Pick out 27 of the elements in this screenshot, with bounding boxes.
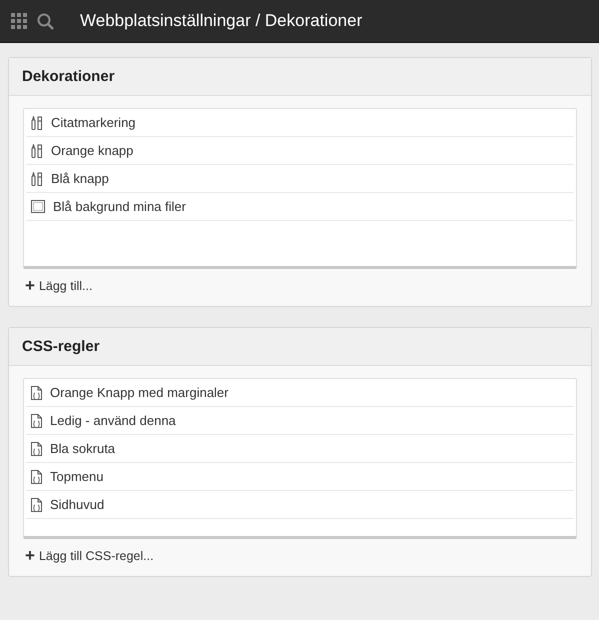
brush-icon (31, 116, 43, 130)
code-file-icon (31, 470, 42, 484)
code-file-icon (31, 498, 42, 512)
list-item[interactable]: Bla sokruta (26, 435, 574, 463)
apps-grid-icon[interactable] (11, 13, 27, 29)
panel-title: CSS-regler (9, 328, 591, 366)
add-link[interactable]: + Lägg till CSS-regel... (25, 547, 154, 564)
code-file-icon (31, 442, 42, 456)
search-icon[interactable] (37, 12, 54, 30)
list-item[interactable]: Blå knapp (26, 165, 574, 193)
list-item[interactable]: Ledig - använd denna (26, 407, 574, 435)
list-item[interactable]: Topmenu (26, 463, 574, 491)
frame-icon (31, 200, 45, 213)
brush-icon (31, 144, 43, 158)
code-file-icon (31, 386, 42, 400)
list-item[interactable]: Sidhuvud (26, 491, 574, 519)
list-item[interactable]: Orange knapp (26, 137, 574, 165)
brush-icon (31, 172, 43, 186)
add-link[interactable]: + Lägg till... (25, 277, 92, 294)
plus-icon: + (25, 277, 35, 294)
code-file-icon (31, 414, 42, 428)
plus-icon: + (25, 547, 35, 564)
panel-title: Dekorationer (9, 58, 591, 96)
list-item[interactable]: Orange Knapp med marginaler (26, 379, 574, 407)
list-item[interactable]: Blå bakgrund mina filer (26, 193, 574, 221)
page-title: Webbplatsinställningar / Dekorationer (80, 11, 362, 31)
list-item[interactable]: Citatmarkering (26, 109, 574, 137)
